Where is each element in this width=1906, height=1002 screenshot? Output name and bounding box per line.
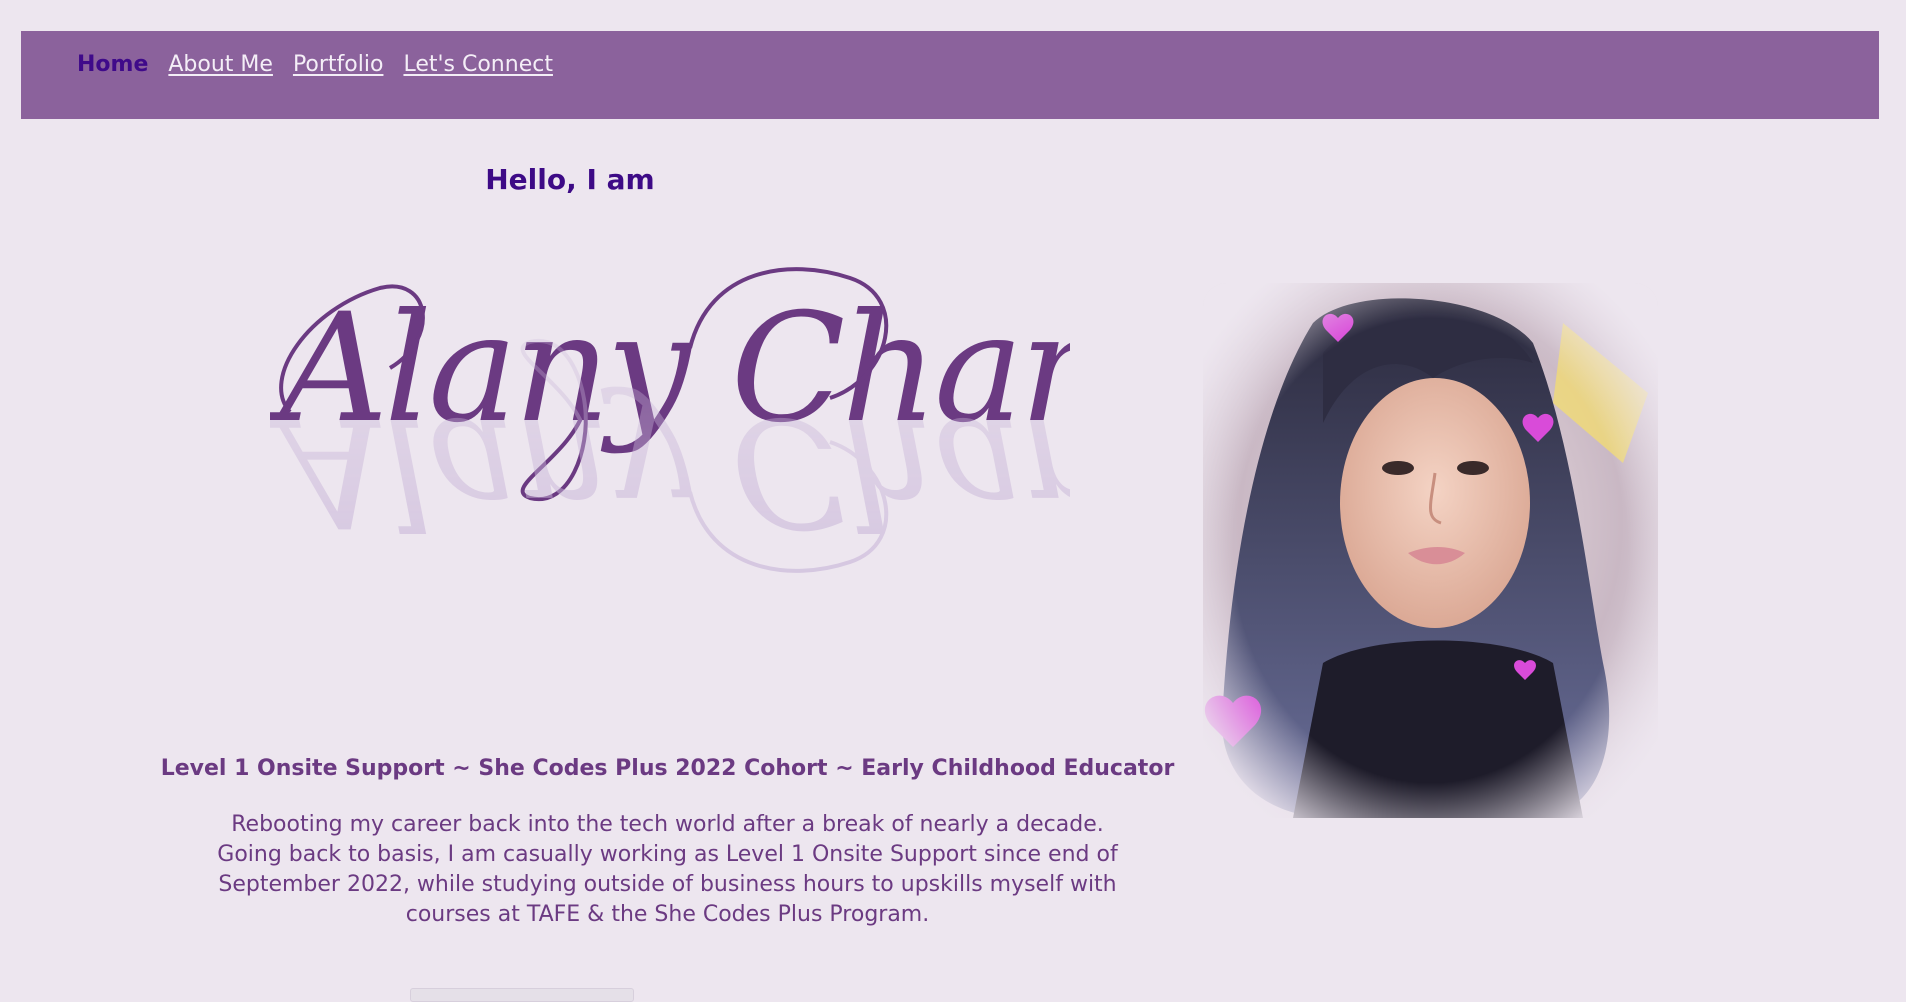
nav-portfolio-link[interactable]: Portfolio [293,54,384,76]
name-logo-svg: Alany Chan Alany Chan [270,267,1070,573]
greeting-heading: Hello, I am [485,163,655,196]
name-reflection-text: Alany Chan [270,384,1070,558]
name-logo: Alany Chan Alany Chan [270,248,1070,668]
profile-photo-illustration [1203,283,1658,818]
nav-about-link[interactable]: About Me [168,54,273,76]
profile-photo [1203,283,1658,818]
hero-headline: Level 1 Onsite Support ~ She Codes Plus … [160,756,1175,781]
navbar: Home About Me Portfolio Let's Connect [21,31,1879,119]
nav-connect-link[interactable]: Let's Connect [403,54,553,76]
language-toolbar[interactable] [410,988,634,1002]
nav-home-link[interactable]: Home [77,54,148,76]
hero-description: Rebooting my career back into the tech w… [217,812,1118,927]
nav-links: Home About Me Portfolio Let's Connect [77,54,553,76]
